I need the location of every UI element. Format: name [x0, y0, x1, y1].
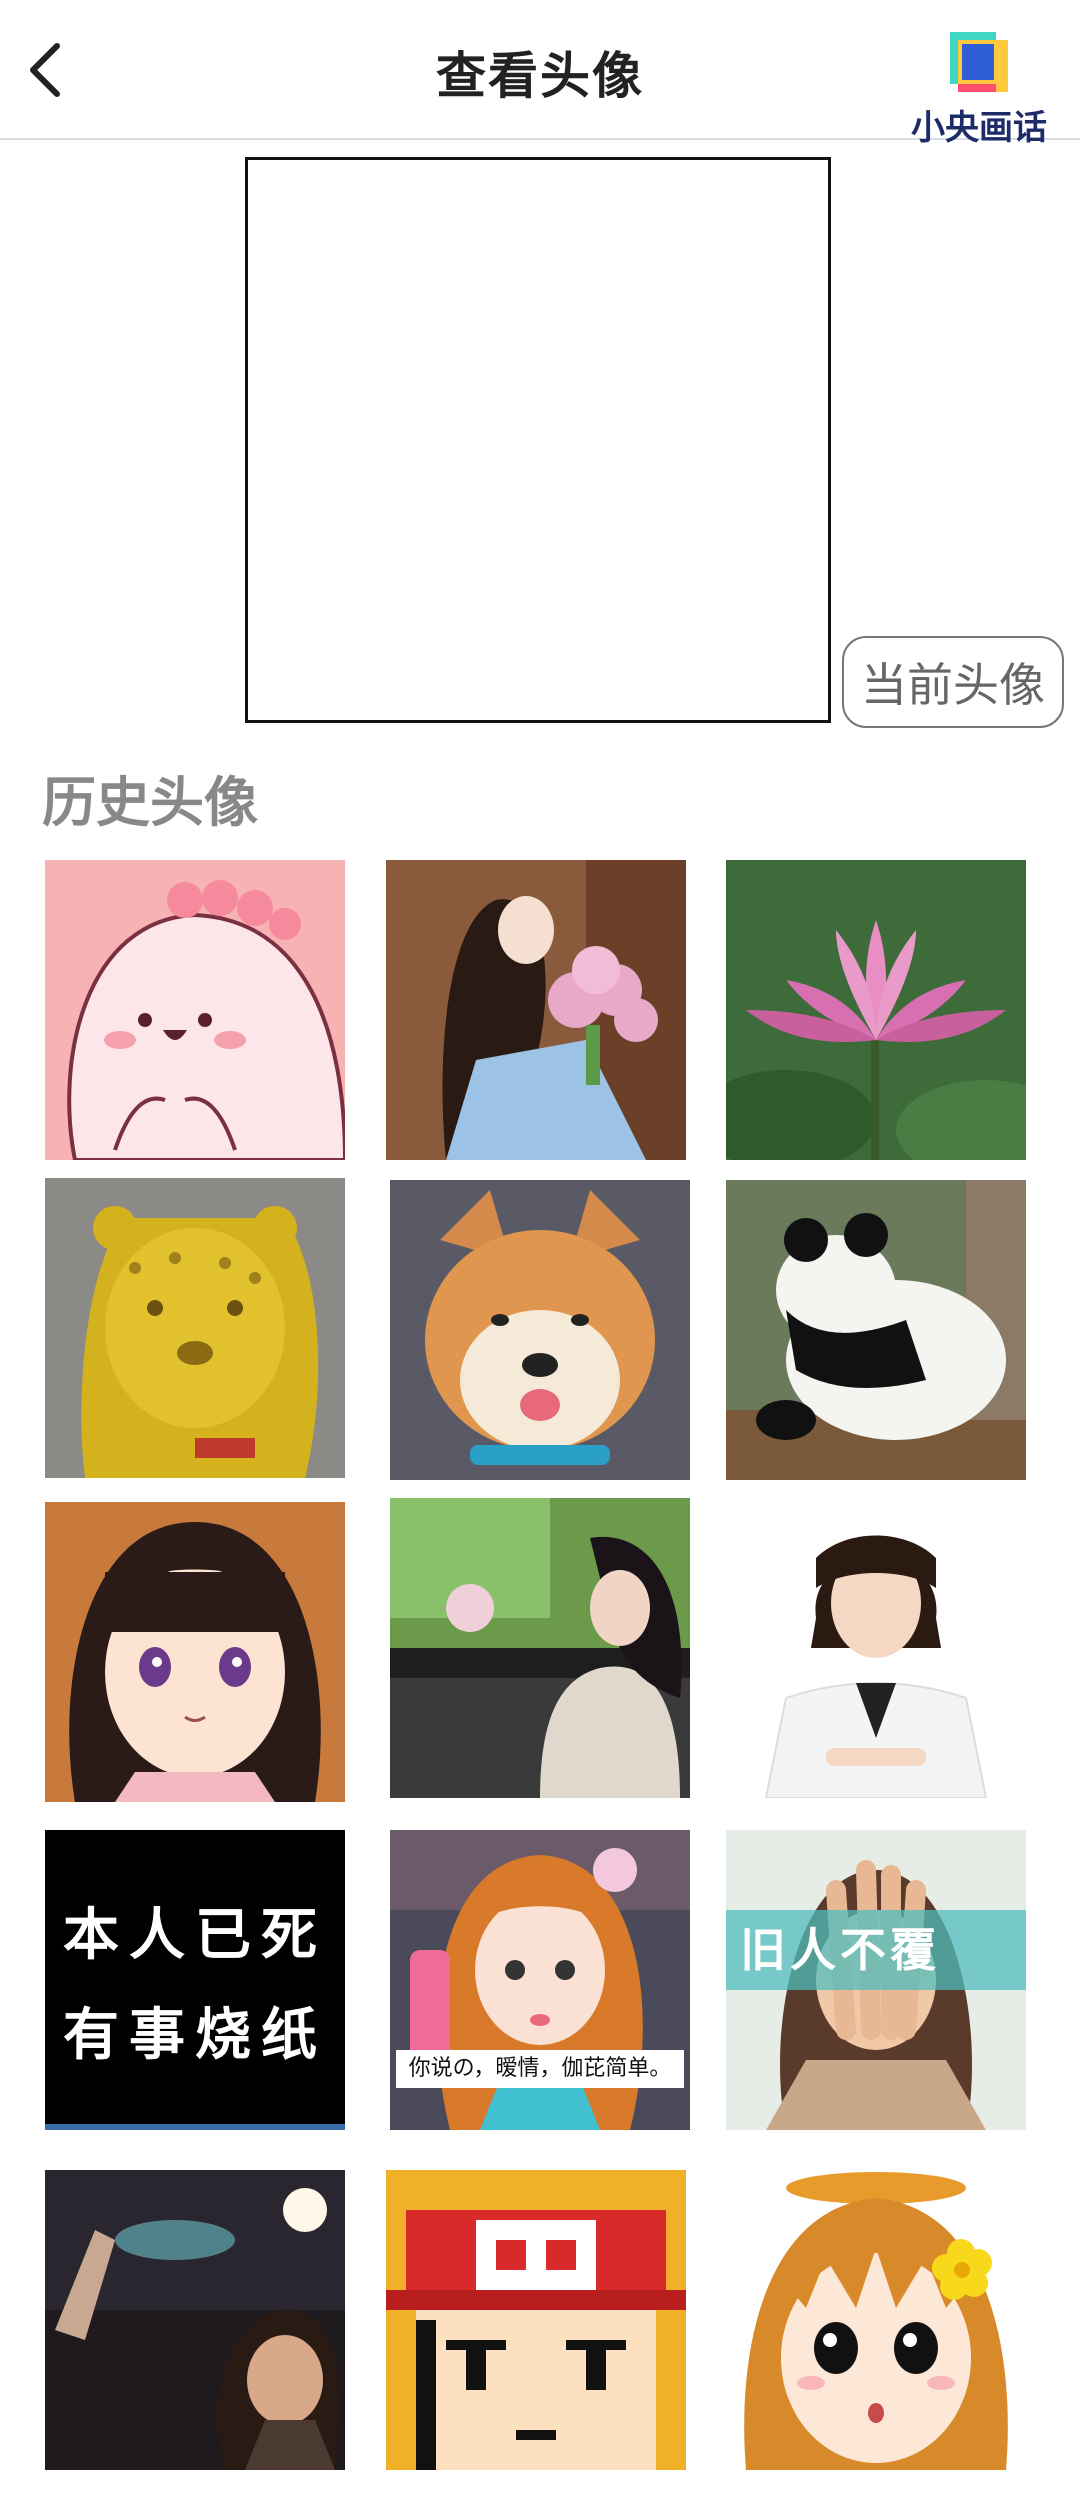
history-avatar-11[interactable]: 你说の，暧情，伽芘简单。 [390, 1830, 690, 2130]
woman-blazer-image [726, 1498, 1026, 1798]
text-avatar-line-1: 本人已死 [63, 1903, 327, 1968]
history-avatar-4[interactable] [45, 1178, 345, 1478]
leopard-statue-image [45, 1178, 345, 1478]
text-avatar-bottom-strip [45, 2124, 345, 2130]
history-avatar-3[interactable] [726, 860, 1026, 1160]
cartoon-girl-image [726, 2168, 1026, 2470]
history-avatar-10[interactable]: 本人已死 有事烧纸 [45, 1830, 345, 2130]
panda-image [726, 1180, 1026, 1480]
history-avatar-13[interactable] [45, 2170, 345, 2470]
avatar-band-text: 旧人不覆 [726, 1910, 1026, 1990]
lotus-image [726, 860, 1026, 1160]
avatar-caption: 你说の，暧情，伽芘简单。 [396, 2050, 684, 2088]
night-selfie-image [45, 2170, 345, 2470]
girl-flowers-image [386, 860, 686, 1160]
anime-girl-image [45, 1502, 345, 1802]
history-avatar-5[interactable] [390, 1180, 690, 1480]
history-avatar-grid: 本人已死 有事烧纸 你说の，暧情，伽芘简单。 旧人不覆 [0, 0, 1080, 2500]
girl-in-car-image [390, 1498, 690, 1798]
pink-creature-image [45, 860, 345, 1160]
history-avatar-15[interactable] [726, 2168, 1026, 2470]
shiba-inu-image [390, 1180, 690, 1480]
history-avatar-8[interactable] [390, 1498, 690, 1798]
pixel-cartoon-image [386, 2170, 686, 2470]
history-avatar-14[interactable] [386, 2170, 686, 2470]
history-avatar-9[interactable] [726, 1498, 1026, 1798]
history-avatar-2[interactable] [386, 860, 686, 1160]
history-avatar-12[interactable]: 旧人不覆 [726, 1830, 1026, 2130]
history-avatar-7[interactable] [45, 1502, 345, 1802]
history-avatar-6[interactable] [726, 1180, 1026, 1480]
text-avatar-line-2: 有事烧纸 [63, 2003, 327, 2068]
history-avatar-1[interactable] [45, 860, 345, 1160]
